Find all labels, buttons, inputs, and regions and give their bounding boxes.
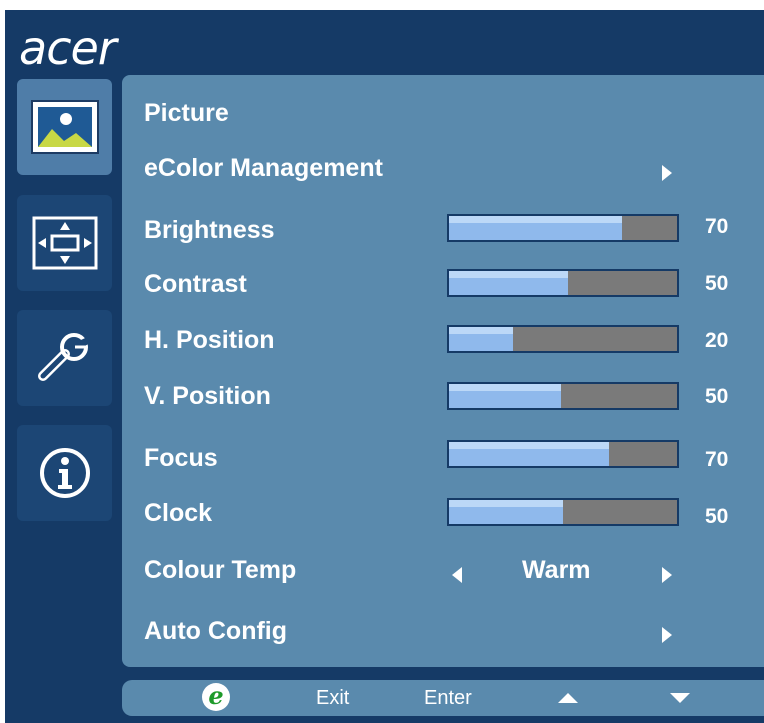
slider-fill (449, 500, 563, 524)
triangle-down-icon[interactable] (670, 693, 690, 703)
arrow-right-icon[interactable] (662, 627, 672, 643)
triangle-up-icon[interactable] (558, 693, 578, 703)
menu-item-auto-config[interactable]: Auto Config (144, 616, 287, 646)
menu-item-h-position[interactable]: H. Position (144, 325, 275, 355)
picture-icon (30, 100, 99, 154)
tab-information[interactable] (17, 425, 112, 521)
picture-menu-panel: Picture eColor Management Brightness 70 … (122, 75, 764, 667)
slider-fill (449, 327, 513, 351)
brightness-value: 70 (705, 215, 729, 238)
acer-logo: acer (19, 21, 117, 75)
info-icon (39, 448, 90, 498)
arrow-left-icon[interactable] (452, 567, 462, 583)
enter-button-label[interactable]: Enter (424, 685, 472, 711)
h-position-slider[interactable] (447, 325, 679, 353)
h-position-value: 20 (705, 329, 729, 352)
menu-item-ecolor-management[interactable]: eColor Management (144, 153, 383, 183)
v-position-slider[interactable] (447, 382, 679, 410)
slider-fill (449, 442, 609, 466)
menu-item-focus[interactable]: Focus (144, 443, 218, 473)
tab-picture[interactable] (17, 79, 112, 175)
focus-slider[interactable] (447, 440, 679, 468)
tab-position[interactable] (17, 195, 112, 291)
colour-temp-value: Warm (522, 556, 591, 584)
v-position-value: 50 (705, 385, 729, 408)
slider-fill (449, 384, 561, 408)
exit-button-label[interactable]: Exit (316, 685, 349, 711)
empowering-key-icon[interactable]: e (202, 683, 230, 711)
osd-window: acer Picture eColor Management Brightnes… (5, 10, 764, 723)
menu-item-brightness[interactable]: Brightness (144, 215, 275, 245)
arrow-right-icon[interactable] (662, 165, 672, 181)
clock-value: 50 (705, 505, 729, 528)
contrast-value: 50 (705, 272, 729, 295)
menu-item-clock[interactable]: Clock (144, 498, 212, 528)
clock-slider[interactable] (447, 498, 679, 526)
arrow-right-icon[interactable] (662, 567, 672, 583)
brightness-slider[interactable] (447, 214, 679, 242)
focus-value: 70 (705, 448, 729, 471)
screen-position-icon (32, 216, 97, 270)
menu-item-v-position[interactable]: V. Position (144, 381, 271, 411)
slider-fill (449, 271, 568, 295)
tab-settings[interactable] (17, 310, 112, 406)
slider-fill (449, 216, 623, 240)
contrast-slider[interactable] (447, 269, 679, 297)
menu-title: Picture (144, 99, 229, 127)
menu-item-colour-temp[interactable]: Colour Temp (144, 555, 296, 585)
button-hint-bar: e Exit Enter (122, 680, 764, 716)
wrench-settings-icon (37, 333, 88, 381)
menu-item-contrast[interactable]: Contrast (144, 269, 247, 299)
